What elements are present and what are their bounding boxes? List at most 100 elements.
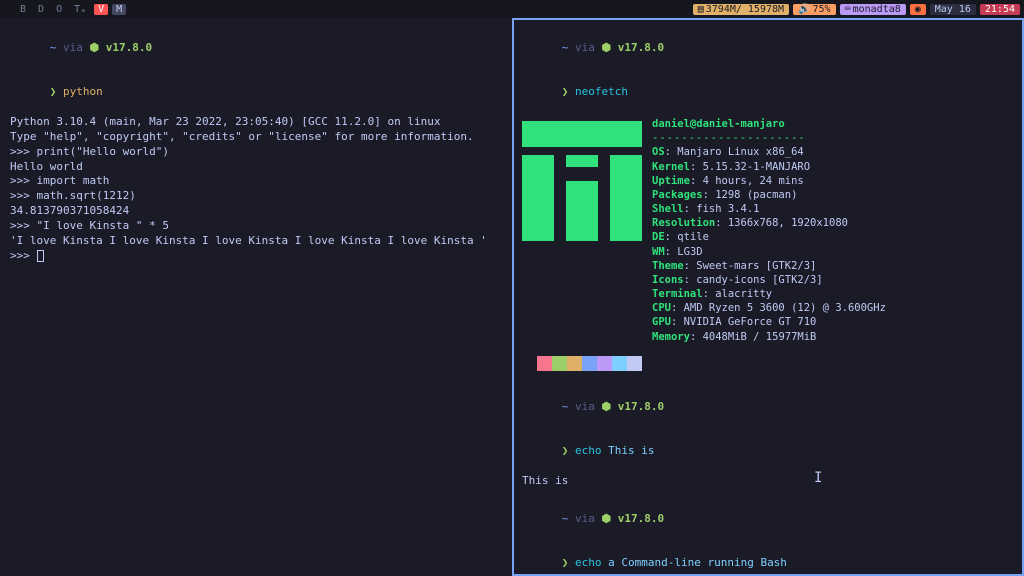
repl-line: >>> print("Hello world") — [10, 145, 502, 160]
shell-command-line: ❯ echo This is — [522, 429, 1014, 474]
shell-prompt: ~ via ⬢ v17.8.0 — [522, 385, 1014, 430]
neofetch-row: Kernel: 5.15.32-1-MANJARO — [652, 160, 886, 174]
neofetch-row: Memory: 4048MiB / 15977MiB — [652, 330, 886, 344]
neofetch-value: : 4 hours, 24 mins — [690, 175, 804, 187]
neofetch-row: Resolution: 1366x768, 1920x1080 — [652, 216, 886, 230]
memory-widget: ▤ 3794M/ 15978M — [693, 4, 789, 15]
mouse-cursor-icon: I — [814, 470, 822, 486]
neofetch-key: Terminal — [652, 288, 703, 300]
color-swatch — [612, 356, 627, 371]
neofetch-row: Terminal: alacritty — [652, 287, 886, 301]
ws-item[interactable]: M — [112, 4, 126, 15]
repl-output: 'I love Kinsta I love Kinsta I love Kins… — [10, 234, 502, 249]
python-banner: Type "help", "copyright", "credits" or "… — [10, 130, 502, 145]
neofetch-separator: --------------------- — [652, 132, 806, 144]
neofetch-value: : fish 3.4.1 — [684, 203, 760, 215]
neofetch-key: Memory — [652, 331, 690, 343]
prompt-arrow-icon: ❯ — [562, 85, 575, 98]
terminal-left[interactable]: ~ via ⬢ v17.8.0 ❯ python Python 3.10.4 (… — [0, 18, 512, 576]
cursor-icon — [37, 250, 44, 262]
date-widget: May 16 — [930, 4, 976, 15]
keyboard-icon: ⌨ — [845, 4, 851, 15]
python-banner: Python 3.10.4 (main, Mar 23 2022, 23:05:… — [10, 115, 502, 130]
color-swatch — [537, 356, 552, 371]
manjaro-logo-icon — [522, 121, 642, 241]
repl-line: >>> "I love Kinsta " * 5 — [10, 219, 502, 234]
shell-command-line: ❯ echo a Command-line running Bash — [522, 541, 1014, 576]
repl-line: >>> math.sqrt(1212) — [10, 189, 502, 204]
neofetch-key: Uptime — [652, 175, 690, 187]
neofetch-key: CPU — [652, 302, 671, 314]
terminal-right[interactable]: ~ via ⬢ v17.8.0 ❯ neofetch daniel@daniel… — [512, 18, 1024, 576]
prompt-via: via — [568, 400, 601, 413]
neofetch-row: Theme: Sweet-mars [GTK2/3] — [652, 259, 886, 273]
time-widget: 21:54 — [980, 4, 1020, 15]
command-text: neofetch — [575, 85, 628, 98]
neofetch-value: : 1366x768, 1920x1080 — [715, 217, 848, 229]
keyboard-value: monadta8 — [853, 4, 901, 15]
chip-icon: ▤ — [698, 4, 704, 15]
ws-item[interactable]: D — [34, 4, 48, 15]
prompt-node-version: ⬢ v17.8.0 — [90, 41, 153, 54]
neofetch-user-host: daniel@daniel-manjaro — [652, 118, 785, 130]
repl-output: Hello world — [10, 160, 502, 175]
neofetch-key: DE — [652, 231, 665, 243]
neofetch-key: Theme — [652, 260, 684, 272]
neofetch-row: OS: Manjaro Linux x86_64 — [652, 145, 886, 159]
neofetch-row: Icons: candy-icons [GTK2/3] — [652, 273, 886, 287]
command-text: echo — [575, 556, 602, 569]
neofetch-key: WM — [652, 246, 665, 258]
repl-output: 34.813790371058424 — [10, 204, 502, 219]
command-arg: This is — [602, 444, 655, 457]
color-swatch — [627, 356, 642, 371]
neofetch-row: Packages: 1298 (pacman) — [652, 188, 886, 202]
command-text: python — [63, 85, 103, 98]
shell-command-line: ❯ python — [10, 71, 502, 116]
neofetch-key: Resolution — [652, 217, 715, 229]
desktop: ~ via ⬢ v17.8.0 ❯ python Python 3.10.4 (… — [0, 18, 1024, 576]
prompt-node-version: ⬢ v17.8.0 — [602, 512, 665, 525]
color-swatches — [522, 356, 1014, 371]
keyboard-widget: ⌨ monadta8 — [840, 4, 906, 15]
ws-item-active[interactable]: V — [94, 4, 108, 15]
top-bar: B D O Tₐ V M ▤ 3794M/ 15978M 🔊 75% ⌨ mon… — [0, 0, 1024, 18]
command-text: echo — [575, 444, 602, 457]
color-swatch — [552, 356, 567, 371]
speaker-icon: 🔊 — [798, 4, 810, 15]
neofetch-row: WM: LG3D — [652, 245, 886, 259]
prompt-arrow-icon: ❯ — [50, 85, 63, 98]
neofetch-value: : 5.15.32-1-MANJARO — [690, 161, 810, 173]
shell-prompt: ~ via ⬢ v17.8.0 — [10, 26, 502, 71]
shell-prompt: ~ via ⬢ v17.8.0 — [522, 26, 1014, 71]
neofetch-value: : NVIDIA GeForce GT 710 — [671, 316, 816, 328]
volume-widget[interactable]: 🔊 75% — [793, 4, 836, 15]
neofetch-row: CPU: AMD Ryzen 5 3600 (12) @ 3.600GHz — [652, 301, 886, 315]
volume-value: 75% — [813, 4, 831, 15]
color-swatch — [597, 356, 612, 371]
neofetch-value: : LG3D — [665, 246, 703, 258]
ws-item[interactable]: O — [52, 4, 66, 15]
repl-prompt-line[interactable]: >>> — [10, 249, 502, 264]
neofetch-info: daniel@daniel-manjaro ------------------… — [652, 117, 886, 344]
workspace-list: B D O Tₐ V M — [4, 4, 174, 15]
repl-prompt: >>> — [10, 249, 37, 262]
neofetch-key: Shell — [652, 203, 684, 215]
neofetch-output: daniel@daniel-manjaro ------------------… — [522, 117, 1014, 344]
command-output: This is — [522, 474, 1014, 489]
ws-item[interactable]: B — [16, 4, 30, 15]
color-swatch — [582, 356, 597, 371]
ubuntu-icon[interactable]: ◉ — [910, 4, 926, 15]
neofetch-row: GPU: NVIDIA GeForce GT 710 — [652, 315, 886, 329]
neofetch-value: : Manjaro Linux x86_64 — [665, 146, 804, 158]
shell-prompt: ~ via ⬢ v17.8.0 — [522, 497, 1014, 542]
neofetch-row: Uptime: 4 hours, 24 mins — [652, 174, 886, 188]
neofetch-value: : alacritty — [703, 288, 773, 300]
color-swatch — [522, 356, 537, 371]
neofetch-value: : 1298 (pacman) — [703, 189, 798, 201]
prompt-arrow-icon: ❯ — [562, 444, 575, 457]
neofetch-key: Kernel — [652, 161, 690, 173]
repl-line: >>> import math — [10, 174, 502, 189]
ws-item[interactable]: Tₐ — [70, 4, 90, 15]
prompt-arrow-icon: ❯ — [562, 556, 575, 569]
prompt-node-version: ⬢ v17.8.0 — [602, 41, 665, 54]
